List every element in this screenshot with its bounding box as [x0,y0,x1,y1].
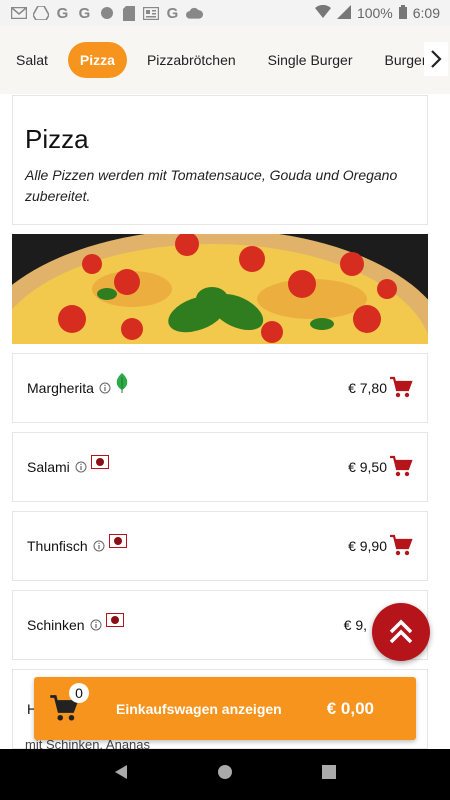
info-icon[interactable] [93,540,105,552]
menu-item-schinken[interactable]: Schinken € 9, [12,590,428,660]
info-icon[interactable] [75,461,87,473]
menu-content: Pizza Alle Pizzen werden mit Tomatensauc… [12,95,428,752]
item-price: € 9, [343,617,367,633]
battery-percent: 100% [356,5,393,21]
system-nav-bar [0,749,450,800]
drive-icon [32,5,49,21]
back-icon[interactable] [114,764,128,785]
tab-single-burger[interactable]: Single Burger [252,42,369,78]
item-name: Salami [27,459,70,475]
item-price: € 7,80 [348,380,387,396]
category-tabs: Salat Pizza Pizzabrötchen Single Burger … [0,26,450,94]
flag-icon [90,455,109,469]
recents-icon[interactable] [321,765,336,784]
chevron-right-icon[interactable] [424,42,448,76]
menu-item-margherita[interactable]: Margherita € 7,80 [12,353,428,423]
add-to-cart-icon[interactable] [389,455,413,479]
battery-icon [398,4,407,22]
cart-icon: 0 [34,677,94,740]
item-price: € 9,50 [348,459,387,475]
tab-salat[interactable]: Salat [0,42,64,78]
view-cart-button[interactable]: 0 Einkaufswagen anzeigen € 0,00 [34,677,416,740]
cart-label: Einkaufswagen anzeigen [116,700,282,717]
status-bar: G G G 100% 6:09 [0,0,450,26]
flag-icon [108,534,127,548]
cart-count-badge: 0 [69,683,89,703]
add-to-cart-icon[interactable] [389,376,413,400]
google-icon: G [166,4,179,22]
tab-pizza[interactable]: Pizza [67,42,127,78]
page-title: Pizza [25,124,89,154]
google-icon: G [56,4,69,22]
add-to-cart-icon[interactable] [389,534,413,558]
item-name: Margherita [27,380,94,396]
item-price: € 9,90 [348,538,387,554]
signal-icon [336,4,351,22]
double-chevron-up-icon [389,619,413,644]
section-header: Pizza Alle Pizzen werden mit Tomatensauc… [12,95,428,225]
clock: 6:09 [412,5,440,21]
cart-total: € 0,00 [326,698,374,718]
notification-icons: G G G [10,4,203,22]
menu-item-salami[interactable]: Salami € 9,50 [12,432,428,502]
leaf-icon [115,373,129,393]
info-icon[interactable] [99,382,111,394]
item-name: Schinken [27,617,85,633]
tab-pizzabroetchen[interactable]: Pizzabrötchen [131,42,252,78]
wifi-icon [314,4,331,21]
scroll-to-top-button[interactable] [372,603,430,661]
google-icon: G [78,4,91,22]
info-icon[interactable] [90,619,102,631]
sd-card-icon [120,5,137,21]
home-icon[interactable] [217,764,233,785]
cloud-icon [186,5,203,21]
circle-icon [98,5,115,21]
section-description: Alle Pizzen werden mit Tomatensauce, Gou… [25,167,398,204]
flag-icon [105,613,124,627]
system-status: 100% 6:09 [314,4,440,22]
pizza-image [12,234,428,344]
menu-item-thunfisch[interactable]: Thunfisch € 9,90 [12,511,428,581]
item-name: Thunfisch [27,538,88,554]
gmail-icon [10,5,27,21]
news-icon [142,5,159,21]
